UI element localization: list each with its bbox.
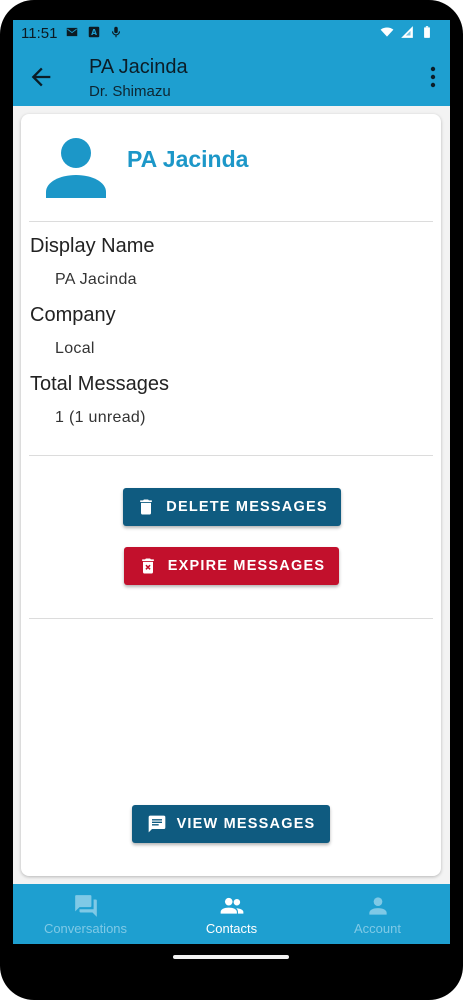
nav-item-account[interactable]: Account xyxy=(305,884,450,944)
wifi-icon xyxy=(380,27,394,37)
nav-label-conversations: Conversations xyxy=(43,921,128,936)
nav-item-conversations[interactable]: Conversations xyxy=(13,884,158,944)
home-gesture-bar[interactable] xyxy=(173,955,289,959)
total-messages-value: 1 (1 unread) xyxy=(55,409,146,426)
screen: 11:51 A PA Jacinda Dr. Shimazu PA Jacind… xyxy=(13,20,450,970)
microphone-icon xyxy=(111,26,121,38)
status-bar: 11:51 A xyxy=(13,20,450,47)
total-messages-label: Total Messages xyxy=(30,373,169,395)
contacts-icon xyxy=(220,897,243,914)
status-time: 11:51 xyxy=(21,25,58,42)
display-name-label: Display Name xyxy=(30,235,155,257)
delete-messages-button[interactable]: DELETE MESSAGES xyxy=(123,488,341,526)
message-icon xyxy=(148,815,165,833)
display-name-value: PA Jacinda xyxy=(55,271,137,288)
status-icons-left: A xyxy=(65,25,123,39)
view-messages-button[interactable]: VIEW MESSAGES xyxy=(132,805,330,843)
status-icons-right xyxy=(380,25,434,39)
signal-icon xyxy=(401,26,413,38)
account-icon xyxy=(368,897,387,915)
bottom-nav: Conversations Contacts Account xyxy=(13,884,450,944)
conversations-icon xyxy=(74,895,97,917)
phone-frame: 11:51 A PA Jacinda Dr. Shimazu PA Jacind… xyxy=(0,0,463,1000)
arrow-back-icon[interactable] xyxy=(27,63,55,91)
battery-icon xyxy=(424,26,430,38)
divider xyxy=(29,618,433,619)
company-label: Company xyxy=(30,304,116,326)
divider xyxy=(29,455,433,456)
nav-label-contacts: Contacts xyxy=(205,921,258,936)
contact-card: PA Jacinda Display Name PA Jacinda Compa… xyxy=(21,114,441,876)
person-avatar-icon xyxy=(46,138,106,198)
app-bar: PA Jacinda Dr. Shimazu xyxy=(13,47,450,106)
delete-messages-label: DELETE MESSAGES xyxy=(166,499,328,515)
company-value: Local xyxy=(55,340,95,357)
nav-label-account: Account xyxy=(354,921,401,936)
page-title: PA Jacinda xyxy=(89,56,188,78)
view-messages-label: VIEW MESSAGES xyxy=(176,816,316,832)
expire-messages-button[interactable]: EXPIRE MESSAGES xyxy=(124,547,339,585)
gesture-area xyxy=(13,944,450,970)
more-vert-icon[interactable] xyxy=(428,65,438,89)
a-badge-icon: A xyxy=(88,26,100,38)
page-subtitle: Dr. Shimazu xyxy=(89,83,171,100)
expire-messages-label: EXPIRE MESSAGES xyxy=(167,558,326,574)
contact-name: PA Jacinda xyxy=(127,146,249,172)
divider xyxy=(29,221,433,222)
nav-item-contacts[interactable]: Contacts xyxy=(159,884,304,944)
trash-icon xyxy=(140,499,153,515)
svg-text:A: A xyxy=(91,28,97,37)
trash-x-icon xyxy=(141,558,154,574)
mail-icon xyxy=(66,27,78,37)
